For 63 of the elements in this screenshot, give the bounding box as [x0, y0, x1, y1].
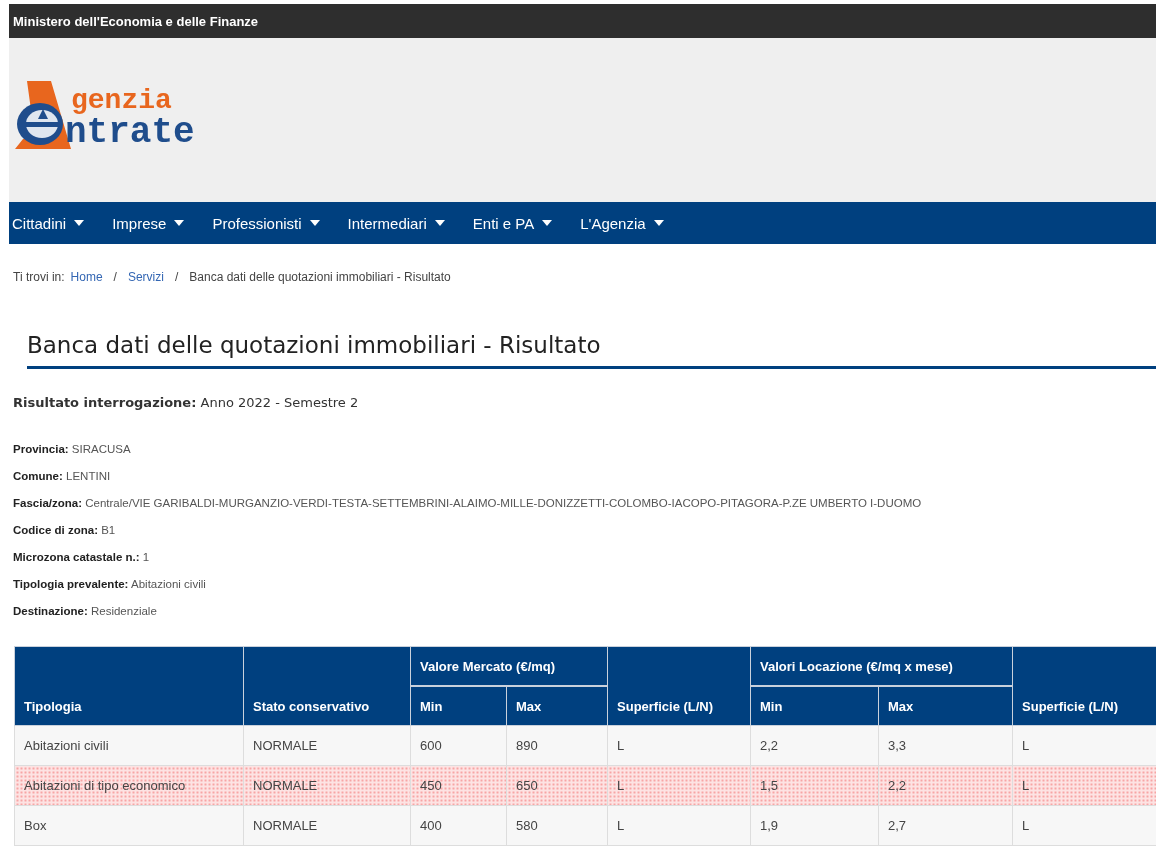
column-header: Superficie (L/N) — [1012, 646, 1156, 726]
column-header: Min — [750, 686, 879, 726]
caret-icon — [542, 220, 553, 226]
table-cell: 1,9 — [750, 805, 879, 846]
table-cell: L — [607, 765, 751, 806]
table-cell: NORMALE — [243, 725, 411, 766]
table-cell: 600 — [410, 725, 507, 766]
result-summary: Risultato interrogazione: Anno 2022 - Semestre 2 — [13, 395, 360, 410]
nav-menu-item[interactable]: Intermediari — [343, 214, 445, 232]
detail-line: Tipologia prevalente: Abitazioni civili — [13, 577, 207, 592]
detail-line: Microzona catastale n.: 1 — [13, 550, 151, 565]
table-cell: Abitazioni civili — [14, 725, 244, 766]
nav-menu-item[interactable]: Enti e PA — [468, 214, 553, 232]
detail-line: Fascia/zona: Centrale/VIE GARIBALDI-MURGANZIO-VERDI-TESTA-SETTEMBRINI-ALAIMO-MILLE-DONIZZETTI-COLOMBO-IACOPO-PITAGORA-P.ZE UMBERTO I-DUOMO — [13, 496, 923, 511]
breadcrumb-separator: / — [113, 270, 117, 284]
table-cell: 650 — [506, 765, 608, 806]
table-cell: 580 — [506, 805, 608, 846]
column-header: Stato conservativo — [243, 646, 411, 726]
nav-menu-item[interactable]: L'Agenzia — [576, 214, 664, 232]
column-header: Valore Mercato (€/mq) — [410, 646, 608, 686]
column-header: Min — [410, 686, 507, 726]
detail-line: Provincia: SIRACUSA — [13, 442, 132, 457]
caret-icon — [434, 220, 445, 226]
nav-menu-item[interactable]: Professionisti — [208, 214, 320, 232]
table-cell: NORMALE — [243, 765, 411, 806]
table-cell: L — [607, 725, 751, 766]
table-cell: NORMALE — [243, 805, 411, 846]
breadcrumb-current: Banca dati delle quotazioni immobiliari - Risultato — [189, 270, 451, 284]
column-header: Max — [506, 686, 608, 726]
nav-menu-item[interactable]: Imprese — [108, 214, 185, 232]
table-cell: 2,2 — [878, 765, 1013, 806]
detail-line: Codice di zona: B1 — [13, 523, 117, 538]
page-title: Banca dati delle quotazioni immobiliari - Risultato — [27, 332, 1156, 369]
table-cell: L — [1012, 805, 1156, 846]
detail-line: Comune: LENTINI — [13, 469, 112, 484]
caret-icon — [174, 220, 185, 226]
table-cell: 890 — [506, 725, 608, 766]
column-header: Max — [878, 686, 1013, 726]
table-cell: 3,3 — [878, 725, 1013, 766]
detail-line: Destinazione: Residenziale — [13, 604, 158, 619]
breadcrumb-separator: / — [174, 270, 179, 284]
nav-menu-item[interactable]: Cittadini — [9, 214, 85, 232]
breadcrumb-link[interactable]: Servizi — [127, 270, 164, 284]
column-header: Superficie (L/N) — [607, 646, 751, 726]
table-cell: L — [1012, 765, 1156, 806]
column-header: Valori Locazione (€/mq x mese) — [750, 646, 1013, 686]
table-cell: 400 — [410, 805, 507, 846]
table-cell: L — [607, 805, 751, 846]
breadcrumb-link[interactable]: Home — [70, 270, 103, 284]
table-cell: Abitazioni di tipo economico — [14, 765, 244, 806]
caret-icon — [653, 220, 664, 226]
table-cell: Box — [14, 805, 244, 846]
table-cell: 1,5 — [750, 765, 879, 806]
table-cell: 450 — [410, 765, 507, 806]
column-header: Tipologia — [14, 646, 244, 726]
table-cell: 2,7 — [878, 805, 1013, 846]
table-cell: L — [1012, 725, 1156, 766]
ministry-title: Ministero dell'Economia e delle Finanze — [13, 13, 259, 29]
agency-logo[interactable]: genzia ntrate — [13, 79, 195, 151]
caret-icon — [309, 220, 320, 226]
caret-icon — [74, 220, 85, 226]
breadcrumb-label: Ti trovi in: — [13, 270, 65, 284]
table-cell: 2,2 — [750, 725, 879, 766]
